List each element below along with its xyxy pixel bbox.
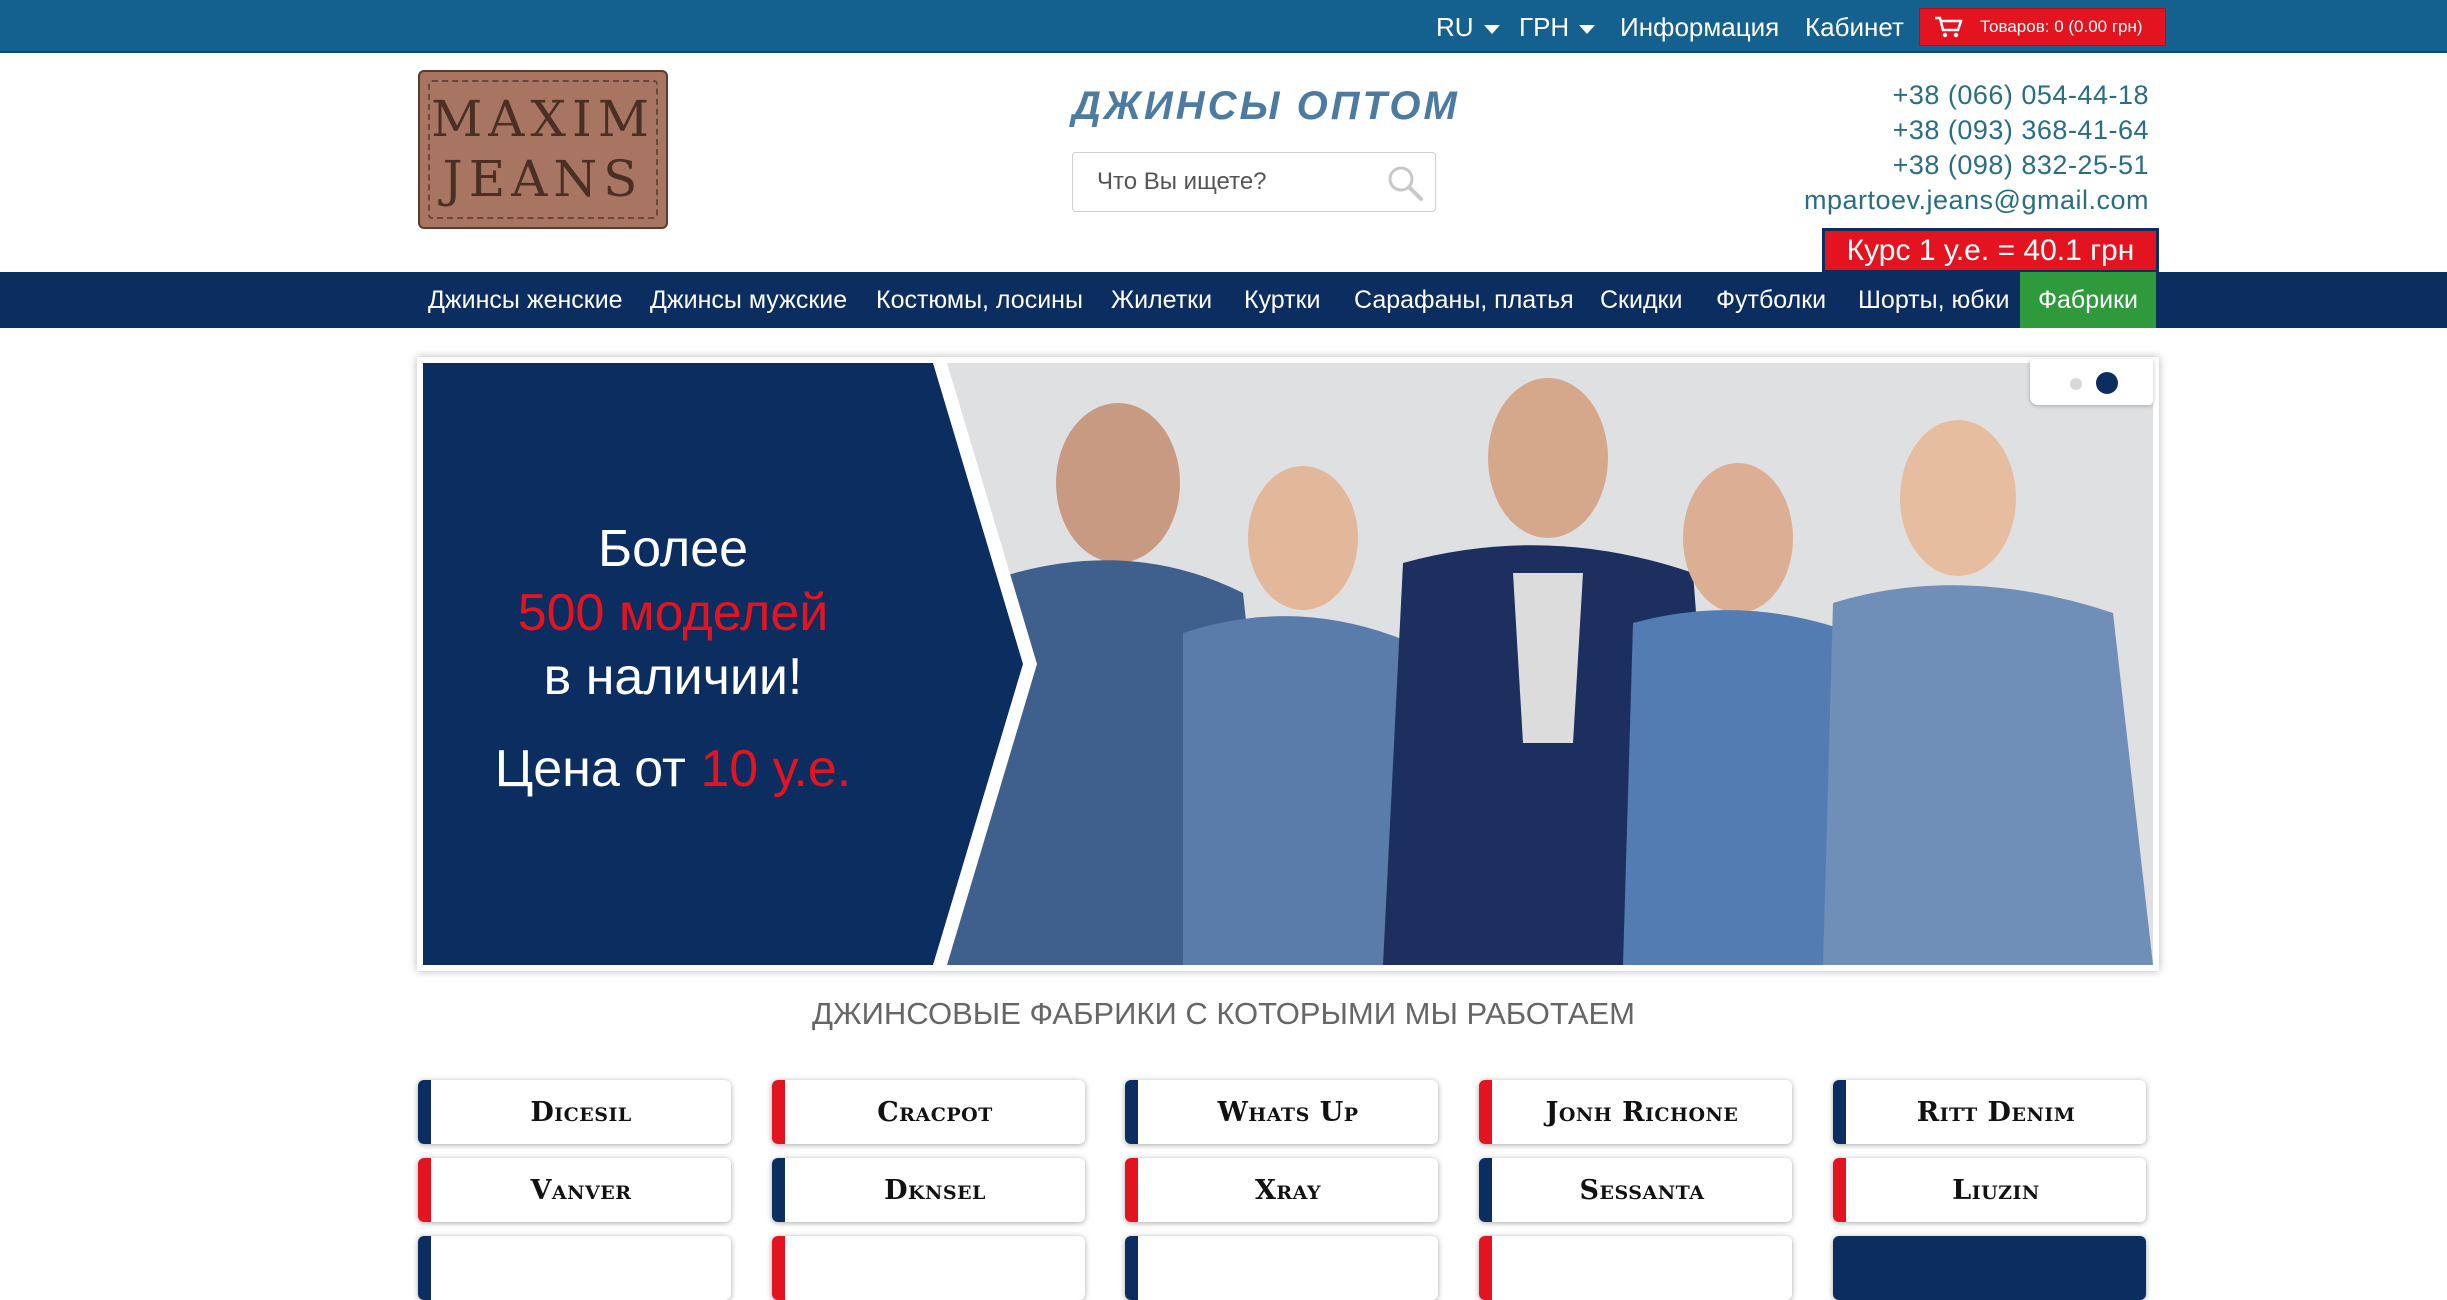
promo-slider[interactable]: Более 500 моделей в наличии! Цена от 10 … bbox=[417, 357, 2159, 971]
factory-card-partial[interactable] bbox=[772, 1236, 1085, 1300]
card-accent-bar bbox=[1479, 1158, 1492, 1222]
nav-item-shorts[interactable]: Шорты, юбки bbox=[1858, 272, 2009, 328]
nav-item-discounts[interactable]: Скидки bbox=[1600, 272, 1682, 328]
nav-item-suits[interactable]: Костюмы, лосины bbox=[876, 272, 1083, 328]
phone-1[interactable]: +38 (066) 054-44-18 bbox=[1804, 78, 2149, 113]
factory-card-partial[interactable] bbox=[1125, 1236, 1438, 1300]
card-accent-bar bbox=[1125, 1236, 1138, 1300]
nav-item-tshirts[interactable]: Футболки bbox=[1716, 272, 1826, 328]
factory-card[interactable]: Xray bbox=[1125, 1158, 1438, 1222]
factory-name: Liuzin bbox=[1952, 1175, 2040, 1206]
factory-name: Cracpot bbox=[877, 1097, 993, 1128]
cart-icon bbox=[1935, 16, 1963, 38]
factory-card[interactable]: Cracpot bbox=[772, 1080, 1085, 1144]
nav-item-mens-jeans[interactable]: Джинсы мужские bbox=[650, 272, 847, 328]
slider-dot-2-active[interactable] bbox=[2096, 372, 2118, 394]
card-accent-bar bbox=[1479, 1236, 1492, 1300]
chevron-down-icon bbox=[1483, 24, 1500, 34]
email-link[interactable]: mpartoev.jeans@gmail.com bbox=[1804, 183, 2149, 218]
logo-line-2: JEANS bbox=[442, 150, 644, 208]
factory-name: Xray bbox=[1254, 1175, 1322, 1206]
factories-heading: ДЖИНСОВЫЕ ФАБРИКИ С КОТОРЫМИ МЫ РАБОТАЕМ bbox=[812, 996, 1635, 1031]
card-accent-bar bbox=[772, 1236, 785, 1300]
price-prefix: Цена от bbox=[494, 740, 686, 798]
card-accent-bar bbox=[418, 1236, 431, 1300]
factory-card-partial[interactable] bbox=[1833, 1236, 2146, 1300]
models-photo bbox=[943, 378, 2153, 965]
factory-card[interactable]: Jonh Richone bbox=[1479, 1080, 1792, 1144]
factory-card[interactable]: Ritt Denim bbox=[1833, 1080, 2146, 1144]
language-selector[interactable]: RU bbox=[1436, 0, 1500, 51]
nav-item-dresses[interactable]: Сарафаны, платья bbox=[1354, 272, 1574, 328]
currency-label: ГРН bbox=[1519, 12, 1570, 42]
factory-name: Dknsel bbox=[884, 1175, 986, 1206]
factory-card[interactable]: Dicesil bbox=[418, 1080, 731, 1144]
search-icon[interactable] bbox=[1385, 163, 1425, 203]
factory-card-partial[interactable] bbox=[1479, 1236, 1792, 1300]
main-nav: Джинсы женские Джинсы мужские Костюмы, л… bbox=[0, 272, 2447, 328]
cart-button[interactable]: Товаров: 0 (0.00 грн) bbox=[1919, 8, 2166, 46]
contacts: +38 (066) 054-44-18 +38 (093) 368-41-64 … bbox=[1804, 78, 2149, 218]
factory-name: Vanver bbox=[530, 1175, 632, 1206]
slider-dot-1[interactable] bbox=[2070, 378, 2082, 390]
factory-name: Whats Up bbox=[1217, 1097, 1359, 1128]
top-bar: RU ГРН Информация Кабинет Товаров: 0 (0.… bbox=[0, 0, 2447, 53]
phone-2[interactable]: +38 (093) 368-41-64 bbox=[1804, 113, 2149, 148]
card-accent-bar bbox=[1125, 1158, 1138, 1222]
promo-price: Цена от 10 у.е. bbox=[423, 737, 923, 801]
site-title: ДЖИНСЫ ОПТОМ bbox=[1072, 84, 1460, 128]
search-input[interactable]: Что Вы ищете? bbox=[1072, 152, 1436, 212]
nav-item-factories[interactable]: Фабрики bbox=[2020, 272, 2156, 328]
exchange-rate-badge: Курс 1 у.е. = 40.1 грн bbox=[1822, 228, 2159, 273]
language-label: RU bbox=[1436, 12, 1474, 42]
promo-line-1: Более bbox=[597, 520, 749, 578]
promo-line-2: 500 моделей bbox=[517, 584, 829, 642]
phone-3[interactable]: +38 (098) 832-25-51 bbox=[1804, 148, 2149, 183]
card-accent-bar bbox=[772, 1158, 785, 1222]
factory-card[interactable]: Vanver bbox=[418, 1158, 731, 1222]
search-placeholder: Что Вы ищете? bbox=[1097, 168, 1267, 195]
factory-card[interactable]: Sessanta bbox=[1479, 1158, 1792, 1222]
logo-line-1: MAXIM bbox=[431, 90, 655, 148]
factory-card-partial[interactable] bbox=[418, 1236, 731, 1300]
cabinet-link[interactable]: Кабинет bbox=[1805, 0, 1904, 51]
factory-name: Jonh Richone bbox=[1545, 1097, 1739, 1128]
site-logo[interactable]: MAXIM JEANS bbox=[418, 70, 668, 229]
factory-name: Ritt Denim bbox=[1916, 1097, 2076, 1128]
card-accent-bar bbox=[1479, 1080, 1492, 1144]
factory-card[interactable]: Liuzin bbox=[1833, 1158, 2146, 1222]
slider-dots bbox=[2030, 359, 2153, 405]
card-accent-bar bbox=[1833, 1158, 1846, 1222]
nav-item-womens-jeans[interactable]: Джинсы женские bbox=[428, 272, 623, 328]
promo-line-3: в наличии! bbox=[543, 648, 803, 706]
factory-name: Sessanta bbox=[1579, 1175, 1705, 1206]
currency-selector[interactable]: ГРН bbox=[1519, 0, 1596, 51]
card-accent-bar bbox=[772, 1080, 785, 1144]
info-link[interactable]: Информация bbox=[1620, 0, 1779, 51]
factory-card[interactable]: Whats Up bbox=[1125, 1080, 1438, 1144]
price-value: 10 у.е. bbox=[700, 740, 852, 798]
chevron-down-icon bbox=[1579, 24, 1596, 34]
factory-name: Dicesil bbox=[530, 1097, 632, 1128]
card-accent-bar bbox=[1125, 1080, 1138, 1144]
nav-item-jackets[interactable]: Куртки bbox=[1244, 272, 1321, 328]
nav-item-vests[interactable]: Жилетки bbox=[1111, 272, 1212, 328]
promo-text: Более 500 моделей в наличии! Цена от 10 … bbox=[423, 517, 923, 801]
cart-summary: Товаров: 0 (0.00 грн) bbox=[1980, 17, 2143, 36]
card-accent-bar bbox=[1833, 1080, 1846, 1144]
card-accent-bar bbox=[418, 1080, 431, 1144]
card-accent-bar bbox=[418, 1158, 431, 1222]
factory-card[interactable]: Dknsel bbox=[772, 1158, 1085, 1222]
